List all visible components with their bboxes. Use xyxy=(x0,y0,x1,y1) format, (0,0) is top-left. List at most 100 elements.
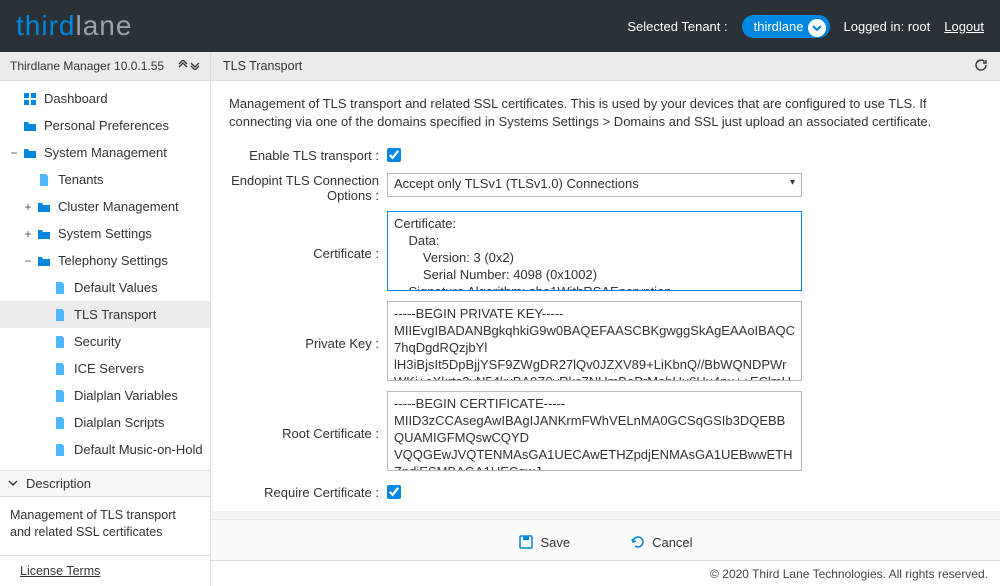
footer-text: © 2020 Third Lane Technologies. All righ… xyxy=(710,567,988,581)
save-button[interactable]: Save xyxy=(518,534,570,550)
row-private-key: Private Key : -----BEGIN PRIVATE KEY----… xyxy=(229,301,982,381)
label-private-key: Private Key : xyxy=(229,301,387,381)
file-icon xyxy=(52,307,68,323)
sidebar-item-personal-prefs[interactable]: Personal Preferences xyxy=(0,112,210,139)
sidebar-item-dialplan-scripts[interactable]: Dialplan Scripts xyxy=(0,409,210,436)
require-cert-checkbox[interactable] xyxy=(387,485,401,499)
label-root-cert: Root Certificate : xyxy=(229,391,387,471)
private-key-textarea[interactable]: -----BEGIN PRIVATE KEY----- MIIEvgIBADAN… xyxy=(387,301,802,381)
description-body: Management of TLS transport and related … xyxy=(0,497,210,555)
sidebar-item-label: Tenants xyxy=(58,172,104,187)
sidebar-item-label: Personal Preferences xyxy=(44,118,169,133)
expand-down-icon[interactable] xyxy=(190,59,200,73)
content-area: Management of TLS transport and related … xyxy=(211,81,1000,511)
description-header-label: Description xyxy=(26,476,91,491)
label-certificate: Certificate : xyxy=(229,211,387,291)
sidebar-item-label: Default Music-on-Hold xyxy=(74,442,203,457)
endpoint-tls-select[interactable]: Accept only TLSv1 (TLSv1.0) Connections xyxy=(387,173,802,197)
sidebar-item-default-values[interactable]: Default Values xyxy=(0,274,210,301)
sidebar-item-dialing-perms[interactable]: + Dialing Permissions xyxy=(0,463,210,470)
sidebar-item-tenants[interactable]: Tenants xyxy=(0,166,210,193)
folder-icon xyxy=(22,145,38,161)
sidebar-item-system-settings[interactable]: + System Settings xyxy=(0,220,210,247)
sidebar-item-label: Dialplan Scripts xyxy=(74,415,164,430)
sidebar-item-label: System Settings xyxy=(58,226,152,241)
sidebar-item-security[interactable]: Security xyxy=(0,328,210,355)
folder-icon xyxy=(36,226,52,242)
enable-tls-checkbox[interactable] xyxy=(387,148,401,162)
sidebar-item-telephony-settings[interactable]: − Telephony Settings xyxy=(0,247,210,274)
file-icon xyxy=(52,280,68,296)
sidebar-item-label: Dashboard xyxy=(44,91,108,106)
sidebar-item-label: Telephony Settings xyxy=(58,253,168,268)
page-title: TLS Transport xyxy=(223,59,302,73)
tenant-dropdown[interactable]: thirdlane xyxy=(742,15,830,38)
row-certificate: Certificate : Certificate: Data: Version… xyxy=(229,211,982,291)
file-icon xyxy=(52,388,68,404)
sidebar-item-ice-servers[interactable]: ICE Servers xyxy=(0,355,210,382)
collapse-up-icon[interactable] xyxy=(178,59,188,73)
save-label: Save xyxy=(540,535,570,550)
root-cert-textarea[interactable]: -----BEGIN CERTIFICATE----- MIID3zCCAseg… xyxy=(387,391,802,471)
save-icon xyxy=(518,534,534,550)
file-icon xyxy=(52,361,68,377)
sidebar-item-system-mgmt[interactable]: − System Management xyxy=(0,139,210,166)
sidebar-title: Thirdlane Manager 10.0.1.55 xyxy=(10,59,164,73)
nav-tree[interactable]: Dashboard Personal Preferences − System … xyxy=(0,81,210,470)
undo-icon xyxy=(630,534,646,550)
topbar: thirdlane Selected Tenant : thirdlane Lo… xyxy=(0,0,1000,52)
sidebar-item-default-moh[interactable]: Default Music-on-Hold xyxy=(0,436,210,463)
description-toggle[interactable]: Description xyxy=(0,470,210,497)
sidebar-item-cluster-mgmt[interactable]: + Cluster Management xyxy=(0,193,210,220)
sidebar-item-tls-transport[interactable]: TLS Transport xyxy=(0,301,210,328)
sidebar-item-dialplan-vars[interactable]: Dialplan Variables xyxy=(0,382,210,409)
expand-icon[interactable]: + xyxy=(22,227,34,241)
footer: © 2020 Third Lane Technologies. All righ… xyxy=(211,560,1000,586)
sidebar-collapse-controls xyxy=(178,59,200,73)
chevron-down-icon xyxy=(808,19,826,37)
endpoint-tls-value: Accept only TLSv1 (TLSv1.0) Connections xyxy=(394,176,639,191)
chevron-down-icon xyxy=(8,476,18,491)
dashboard-icon xyxy=(22,91,38,107)
row-endpoint-tls: Endopint TLS Connection Options : Accept… xyxy=(229,173,982,203)
sidebar-item-label: ICE Servers xyxy=(74,361,144,376)
file-icon xyxy=(36,172,52,188)
main-header: TLS Transport xyxy=(211,52,1000,81)
sidebar-item-label: Dialplan Variables xyxy=(74,388,178,403)
file-icon xyxy=(52,334,68,350)
main-panel: TLS Transport Management of TLS transpor… xyxy=(211,52,1000,586)
folder-icon xyxy=(22,118,38,134)
logout-link[interactable]: Logout xyxy=(944,19,984,34)
row-require-cert: Require Certificate : xyxy=(229,481,982,502)
tenant-value: thirdlane xyxy=(754,19,804,34)
logo-third: third xyxy=(16,10,75,41)
workspace: Thirdlane Manager 10.0.1.55 Dashboard Pe… xyxy=(0,52,1000,586)
folder-icon xyxy=(36,199,52,215)
certificate-textarea[interactable]: Certificate: Data: Version: 3 (0x2) Seri… xyxy=(387,211,802,291)
label-verify-cert: Verify Certificate : xyxy=(229,510,387,511)
logo-lane: lane xyxy=(75,10,132,41)
collapse-icon[interactable]: − xyxy=(22,254,34,268)
intro-text: Management of TLS transport and related … xyxy=(229,95,982,130)
sidebar: Thirdlane Manager 10.0.1.55 Dashboard Pe… xyxy=(0,52,211,586)
expand-icon[interactable]: + xyxy=(22,200,34,214)
logged-in-label: Logged in: root xyxy=(844,19,931,34)
refresh-icon[interactable] xyxy=(974,58,988,75)
cancel-button[interactable]: Cancel xyxy=(630,534,692,550)
collapse-icon[interactable]: − xyxy=(8,146,20,160)
row-verify-cert: Verify Certificate : xyxy=(229,510,982,511)
label-enable-tls: Enable TLS transport : xyxy=(229,144,387,163)
row-root-cert: Root Certificate : -----BEGIN CERTIFICAT… xyxy=(229,391,982,471)
sidebar-item-label: System Management xyxy=(44,145,167,160)
file-icon xyxy=(52,442,68,458)
license-terms-link[interactable]: License Terms xyxy=(0,555,210,586)
sidebar-item-dashboard[interactable]: Dashboard xyxy=(0,85,210,112)
selected-tenant-label: Selected Tenant : xyxy=(627,19,727,34)
button-bar: Save Cancel xyxy=(211,519,1000,560)
sidebar-item-label: TLS Transport xyxy=(74,307,156,322)
topbar-right: Selected Tenant : thirdlane Logged in: r… xyxy=(627,15,984,38)
row-enable-tls: Enable TLS transport : xyxy=(229,144,982,165)
logo: thirdlane xyxy=(16,10,132,42)
cancel-label: Cancel xyxy=(652,535,692,550)
folder-icon xyxy=(36,253,52,269)
